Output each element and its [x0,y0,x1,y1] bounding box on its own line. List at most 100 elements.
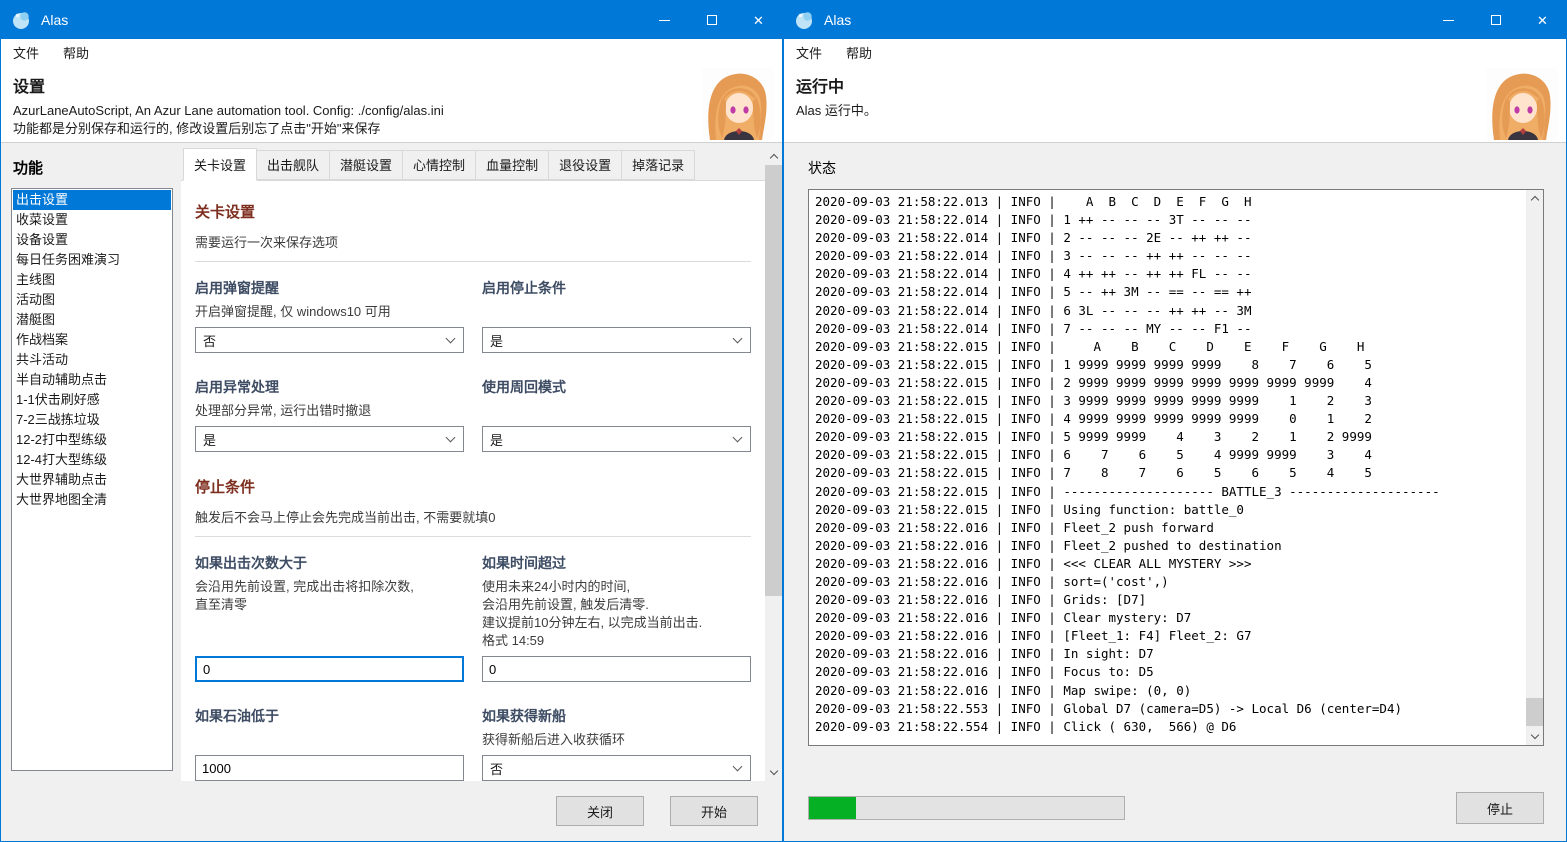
settings-window: Alas ✕ 文件 帮助 设置 AzurLaneAutoScript, An A… [0,0,783,842]
runner-bottom-bar: 停止 [784,779,1566,841]
tabstrip: 关卡设置 出击舰队 潜艇设置 心情控制 血量控制 退役设置 掉落记录 [181,148,765,181]
log-output[interactable]: 2020-09-03 21:58:22.013 | INFO | A B C D… [809,190,1526,745]
sidebar-item-12-2-leveling[interactable]: 12-2打中型练级 [13,430,171,450]
tab-drop-record[interactable]: 掉落记录 [621,150,695,180]
maximize-button[interactable] [688,1,735,39]
avatar [1486,68,1558,140]
section-subtitle-stop: 触发后不会马上停止会先完成当前出击, 不需要就填0 [195,507,751,526]
page-title: 设置 [13,73,692,97]
minimize-button[interactable] [641,1,688,39]
section-title-stop: 停止条件 [195,476,751,497]
tab-submarine[interactable]: 潜艇设置 [329,150,403,180]
stop-button[interactable]: 停止 [1456,792,1544,824]
sidebar-item-os-assist[interactable]: 大世界辅助点击 [13,470,171,490]
sidebar-item-semi-auto[interactable]: 半自动辅助点击 [13,370,171,390]
tab-hp[interactable]: 血量控制 [475,150,549,180]
popup-alert-select[interactable]: 否 [195,327,464,353]
page-description: AzurLaneAutoScript, An Azur Lane automat… [13,102,692,120]
menubar: 文件 帮助 [784,39,1566,65]
section-title-stage: 关卡设置 [195,201,751,222]
runner-window: Alas ✕ 文件 帮助 运行中 Alas 运行中。 状态 2020 [783,0,1567,842]
maximize-icon [1491,15,1501,25]
menu-item-file[interactable]: 文件 [796,43,822,62]
stop-condition-select[interactable]: 是 [482,327,751,353]
window-title: Alas [41,12,68,28]
sidebar-item-7-2-farming[interactable]: 7-2三战拣垃圾 [13,410,171,430]
sidebar-item-main-map[interactable]: 主线图 [13,270,171,290]
menu-item-help[interactable]: 帮助 [846,43,872,62]
sidebar-item-war-archives[interactable]: 作战档案 [13,330,171,350]
attack-count-input[interactable] [195,656,464,682]
sidebar-item-1-1-affinity[interactable]: 1-1伏击刷好感 [13,390,171,410]
status-label: 状态 [808,158,1544,178]
sidebar-item-device-settings[interactable]: 设备设置 [13,230,171,250]
close-settings-button[interactable]: 关闭 [556,796,644,826]
runner-body: 状态 2020-09-03 21:58:22.013 | INFO | A B … [784,143,1566,779]
tab-fleet[interactable]: 出击舰队 [256,150,330,180]
scroll-up-icon[interactable] [765,148,782,165]
main-panel: 关卡设置 出击舰队 潜艇设置 心情控制 血量控制 退役设置 掉落记录 关卡设置 … [181,143,782,781]
field-label: 如果时间超过 [482,553,751,573]
field-popup-alert: 启用弹窗提醒 开启弹窗提醒, 仅 windows10 可用 否 [195,278,464,353]
field-new-ship: 如果获得新船 获得新船后进入收获循环 否 [482,706,751,781]
page-description: Alas 运行中。 [796,102,1476,120]
sidebar-item-12-4-leveling[interactable]: 12-4打大型练级 [13,450,171,470]
field-label: 启用停止条件 [482,278,751,298]
scroll-up-icon[interactable] [1526,190,1543,207]
chevron-down-icon [733,761,743,771]
sidebar-item-harvest-settings[interactable]: 收菜设置 [13,210,171,230]
progress-fill [809,797,856,819]
maximize-icon [707,15,717,25]
maximize-button[interactable] [1472,1,1519,39]
sidebar-item-raid[interactable]: 共斗活动 [13,350,171,370]
function-list: 出击设置 收菜设置 设备设置 每日任务困难演习 主线图 活动图 潜艇图 作战档案… [11,188,173,771]
loop-mode-select[interactable]: 是 [482,426,751,452]
caption-buttons: ✕ [1425,1,1566,39]
field-loop-mode: 使用周回模式 是 [482,377,751,452]
sidebar: 功能 出击设置 收菜设置 设备设置 每日任务困难演习 主线图 活动图 潜艇图 作… [1,143,181,781]
select-value: 否 [203,331,216,350]
progress-bar [808,796,1125,820]
tab-retire[interactable]: 退役设置 [548,150,622,180]
menu-item-file[interactable]: 文件 [13,43,39,62]
field-help: 开启弹窗提醒, 仅 windows10 可用 [195,303,464,321]
field-label: 使用周回模式 [482,377,751,397]
field-oil-limit: 如果石油低于 [195,706,464,781]
scrollbar-thumb[interactable] [1526,698,1543,726]
log-scrollbar[interactable] [1526,190,1543,745]
scrollbar-thumb[interactable] [765,165,782,596]
chevron-down-icon [446,432,456,442]
titlebar: Alas ✕ [784,1,1566,39]
start-button[interactable]: 开始 [670,796,758,826]
page-header: 运行中 Alas 运行中。 [784,65,1566,143]
field-label: 启用异常处理 [195,377,464,397]
field-help: 使用未来24小时内的时间, 会沿用先前设置, 触发后清零. 建议提前10分钟左右… [482,578,751,650]
sidebar-item-daily-exercise[interactable]: 每日任务困难演习 [13,250,171,270]
sidebar-item-os-clear-map[interactable]: 大世界地图全清 [13,490,171,510]
tab-stage-settings[interactable]: 关卡设置 [183,148,257,181]
page-hint: 功能都是分别保存和运行的, 修改设置后别忘了点击"开始"来保存 [13,120,692,138]
titlebar: Alas ✕ [1,1,782,39]
field-label: 启用弹窗提醒 [195,278,464,298]
field-time-over: 如果时间超过 使用未来24小时内的时间, 会沿用先前设置, 触发后清零. 建议提… [482,553,751,682]
sidebar-item-attack-settings[interactable]: 出击设置 [13,190,171,210]
sidebar-item-event-map[interactable]: 活动图 [13,290,171,310]
page-title: 运行中 [796,73,1476,97]
sidebar-item-submarine-map[interactable]: 潜艇图 [13,310,171,330]
divider [195,536,751,537]
select-value: 是 [490,331,503,350]
tab-emotion[interactable]: 心情控制 [402,150,476,180]
exception-select[interactable]: 是 [195,426,464,452]
log-box: 2020-09-03 21:58:22.013 | INFO | A B C D… [808,189,1544,746]
scroll-down-icon[interactable] [765,764,782,781]
oil-limit-input[interactable] [195,755,464,781]
close-button[interactable]: ✕ [735,1,782,39]
time-over-input[interactable] [482,656,751,682]
new-ship-select[interactable]: 否 [482,755,751,781]
scroll-down-icon[interactable] [1526,728,1543,745]
content-scrollbar[interactable] [765,148,782,781]
alas-logo-icon [11,10,31,30]
close-button[interactable]: ✕ [1519,1,1566,39]
minimize-button[interactable] [1425,1,1472,39]
menu-item-help[interactable]: 帮助 [63,43,89,62]
